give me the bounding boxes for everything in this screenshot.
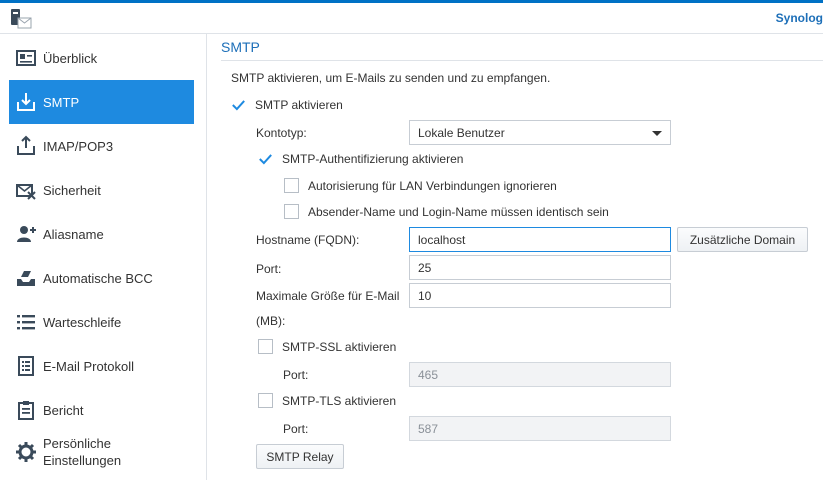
account-type-label: Kontotyp: [256, 126, 307, 140]
sidebar: Überblick SMTP IMAP/POP3 Sicherheit Alia… [0, 34, 207, 480]
smtp-auth-row[interactable]: SMTP-Authentifizierung aktivieren [258, 151, 463, 166]
sidebar-item-smtp[interactable]: SMTP [9, 80, 194, 124]
sidebar-item-label: Überblick [43, 50, 98, 66]
hostname-input[interactable]: localhost [409, 227, 671, 252]
smtp-ssl-label: SMTP-SSL aktivieren [282, 339, 397, 354]
sidebar-item-label-line2: Einstellungen [43, 453, 122, 468]
smtp-icon [17, 93, 35, 111]
sidebar-item-label: Warteschleife [43, 314, 122, 330]
log-document-icon [18, 356, 34, 376]
sidebar-item-label-line1: Persönliche [43, 436, 111, 451]
sender-login-match-row[interactable]: Absender-Name und Login-Name müssen iden… [284, 204, 609, 219]
enable-smtp-checkbox[interactable] [231, 97, 246, 112]
sidebar-item-label: SMTP [43, 94, 80, 110]
page-description: SMTP aktivieren, um E-Mails zu senden un… [231, 71, 551, 85]
imap-icon [17, 135, 35, 155]
smtp-auth-label: SMTP-Authentifizierung aktivieren [282, 151, 464, 166]
top-bar: Synolog [0, 0, 823, 34]
ssl-port-value: 465 [418, 367, 439, 382]
sidebar-item-auto-bcc[interactable]: Automatische BCC [9, 256, 194, 300]
sidebar-item-label: Persönliche Einstellungen [43, 435, 121, 469]
max-size-label: Maximale Größe für E-Mail [256, 289, 400, 303]
checkmark-icon [232, 99, 245, 110]
max-size-unit-label: (MB): [256, 314, 286, 328]
ignore-lan-auth-row[interactable]: Autorisierung für LAN Verbindungen ignor… [284, 178, 557, 193]
sidebar-item-imap-pop3[interactable]: IMAP/POP3 [9, 124, 194, 168]
ssl-port-input[interactable]: 465 [409, 362, 671, 387]
max-size-input[interactable]: 10 [409, 283, 671, 308]
sidebar-item-label: IMAP/POP3 [43, 138, 114, 154]
smtp-tls-checkbox[interactable] [258, 393, 273, 408]
account-type-select[interactable]: Lokale Benutzer [409, 120, 671, 145]
brand-name: Synolog [775, 11, 823, 25]
account-type-value: Lokale Benutzer [418, 125, 505, 140]
mail-server-app-icon [10, 8, 32, 30]
ignore-lan-auth-label: Autorisierung für LAN Verbindungen ignor… [308, 178, 557, 193]
sidebar-item-label: Bericht [43, 402, 84, 418]
smtp-tls-label: SMTP-TLS aktivieren [282, 393, 397, 408]
smtp-tls-row[interactable]: SMTP-TLS aktivieren [258, 393, 396, 408]
title-divider [221, 60, 823, 61]
page-title: SMTP [221, 39, 260, 55]
port-label: Port: [256, 262, 282, 276]
port-value: 25 [418, 260, 432, 275]
sidebar-item-alias[interactable]: Aliasname [9, 212, 194, 256]
chevron-down-icon [652, 131, 662, 136]
alias-user-icon [17, 226, 36, 242]
sidebar-item-report[interactable]: Bericht [9, 388, 194, 432]
sender-login-match-checkbox[interactable] [284, 204, 299, 219]
tls-port-label: Port: [283, 422, 309, 436]
hostname-label: Hostname (FQDN): [256, 233, 360, 247]
sidebar-item-mail-log[interactable]: E-Mail Protokoll [9, 344, 194, 388]
sidebar-item-queue[interactable]: Warteschleife [9, 300, 194, 344]
enable-smtp-label: SMTP aktivieren [255, 97, 343, 112]
tls-port-value: 587 [418, 421, 439, 436]
smtp-settings-panel: SMTP SMTP aktivieren, um E-Mails zu send… [207, 34, 823, 480]
tls-port-input[interactable]: 587 [409, 416, 671, 441]
sidebar-item-label: Sicherheit [43, 182, 101, 198]
hostname-value: localhost [418, 232, 466, 247]
ignore-lan-auth-checkbox[interactable] [284, 178, 299, 193]
checkmark-icon [259, 153, 272, 164]
smtp-auth-checkbox[interactable] [258, 151, 273, 166]
smtp-ssl-row[interactable]: SMTP-SSL aktivieren [258, 339, 396, 354]
port-input[interactable]: 25 [409, 255, 671, 280]
enable-smtp-row[interactable]: SMTP aktivieren [231, 97, 343, 112]
additional-domain-button[interactable]: Zusätzliche Domain [677, 227, 808, 252]
sidebar-item-label: E-Mail Protokoll [43, 358, 135, 374]
sidebar-item-overview[interactable]: Überblick [9, 36, 194, 80]
report-clipboard-icon [18, 401, 34, 420]
bcc-icon [17, 271, 35, 286]
gear-icon [16, 442, 36, 462]
sidebar-item-label: Automatische BCC [43, 270, 153, 286]
sidebar-item-label: Aliasname [43, 226, 104, 242]
sidebar-item-security[interactable]: Sicherheit [9, 168, 194, 212]
smtp-ssl-checkbox[interactable] [258, 339, 273, 354]
ssl-port-label: Port: [283, 368, 309, 382]
security-mail-icon [16, 184, 36, 200]
smtp-relay-button[interactable]: SMTP Relay [256, 444, 344, 469]
sender-login-match-label: Absender-Name und Login-Name müssen iden… [308, 204, 609, 219]
overview-icon [16, 50, 36, 66]
sidebar-item-personal-settings[interactable]: Persönliche Einstellungen [9, 432, 194, 472]
queue-list-icon [17, 315, 35, 330]
max-size-value: 10 [418, 288, 432, 303]
